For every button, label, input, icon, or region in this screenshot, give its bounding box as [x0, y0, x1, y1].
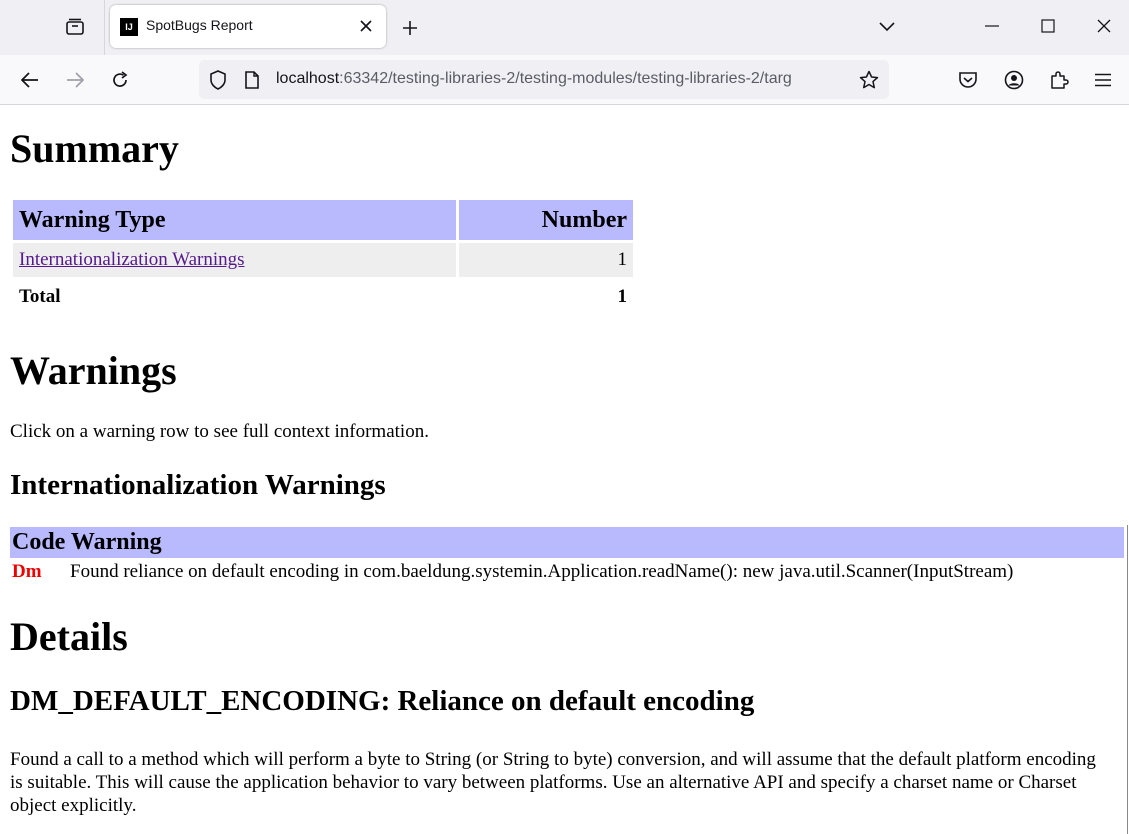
reload-icon[interactable] [107, 67, 133, 93]
url-path: :63342/testing-libraries-2/testing-modul… [339, 70, 792, 87]
warning-text: Found reliance on default encoding in co… [70, 561, 1014, 582]
minimize-icon[interactable] [980, 14, 1004, 38]
account-icon[interactable] [1001, 67, 1027, 93]
url-host: localhost [276, 70, 340, 87]
total-value: 1 [617, 286, 628, 307]
pocket-icon[interactable] [955, 67, 981, 93]
maximize-icon[interactable] [1036, 14, 1060, 38]
table-row: Internationalization Warnings 1 [13, 243, 633, 277]
warning-table: Code Warning Dm Found reliance on defaul… [10, 527, 1124, 586]
close-icon[interactable] [356, 16, 376, 36]
warning-row[interactable]: Dm Found reliance on default encoding in… [10, 558, 1124, 586]
window-close-icon[interactable] [1092, 14, 1116, 38]
back-arrow-icon[interactable] [17, 67, 43, 93]
warning-type-cell: Internationalization Warnings [13, 243, 456, 277]
navigation-toolbar: localhost:63342/testing-libraries-2/test… [0, 55, 1129, 105]
star-icon[interactable] [858, 69, 880, 91]
hamburger-icon[interactable] [1090, 67, 1116, 93]
warnings-heading: Warnings [10, 348, 177, 393]
tab-title: SpotBugs Report [146, 17, 253, 33]
summary-heading: Summary [10, 126, 179, 171]
tab-bar: IJ SpotBugs Report [0, 0, 1129, 55]
warnings-intro: Click on a warning row to see full conte… [10, 421, 429, 442]
plus-icon[interactable] [398, 16, 422, 40]
header-warning: Warning [70, 529, 162, 555]
forward-arrow-icon[interactable] [62, 67, 88, 93]
tab-separator [104, 0, 105, 55]
report-page: Summary Warning Type Number Internationa… [0, 105, 1129, 834]
shield-icon[interactable] [207, 69, 229, 91]
puzzle-icon[interactable] [1046, 67, 1072, 93]
scrollbar-edge [1127, 525, 1128, 834]
internationalization-warnings-link[interactable]: Internationalization Warnings [19, 249, 245, 270]
intellij-favicon-icon: IJ [120, 18, 138, 36]
chevron-down-icon[interactable] [876, 16, 898, 38]
detail-title: DM_DEFAULT_ENCODING: Reliance on default… [10, 685, 755, 717]
header-warning-type: Warning Type [13, 200, 456, 240]
category-heading: Internationalization Warnings [10, 469, 386, 501]
warning-code: Dm [12, 561, 42, 582]
total-row: Total 1 [13, 280, 633, 314]
warning-table-header: Code Warning [10, 527, 1124, 558]
details-heading: Details [10, 614, 128, 659]
tab-spotbugs-report[interactable]: IJ SpotBugs Report [110, 5, 386, 48]
detail-description: Found a call to a method which will perf… [10, 749, 1096, 816]
total-label: Total [19, 286, 61, 307]
warning-count-cell: 1 [459, 243, 633, 277]
summary-table: Warning Type Number Internationalization… [10, 197, 636, 317]
header-number: Number [459, 200, 633, 240]
url-bar[interactable]: localhost:63342/testing-libraries-2/test… [199, 60, 889, 99]
tab-list-icon[interactable] [52, 6, 98, 48]
page-icon[interactable] [241, 69, 263, 91]
header-code: Code [12, 529, 66, 555]
url-text[interactable]: localhost:63342/testing-libraries-2/test… [276, 70, 848, 88]
